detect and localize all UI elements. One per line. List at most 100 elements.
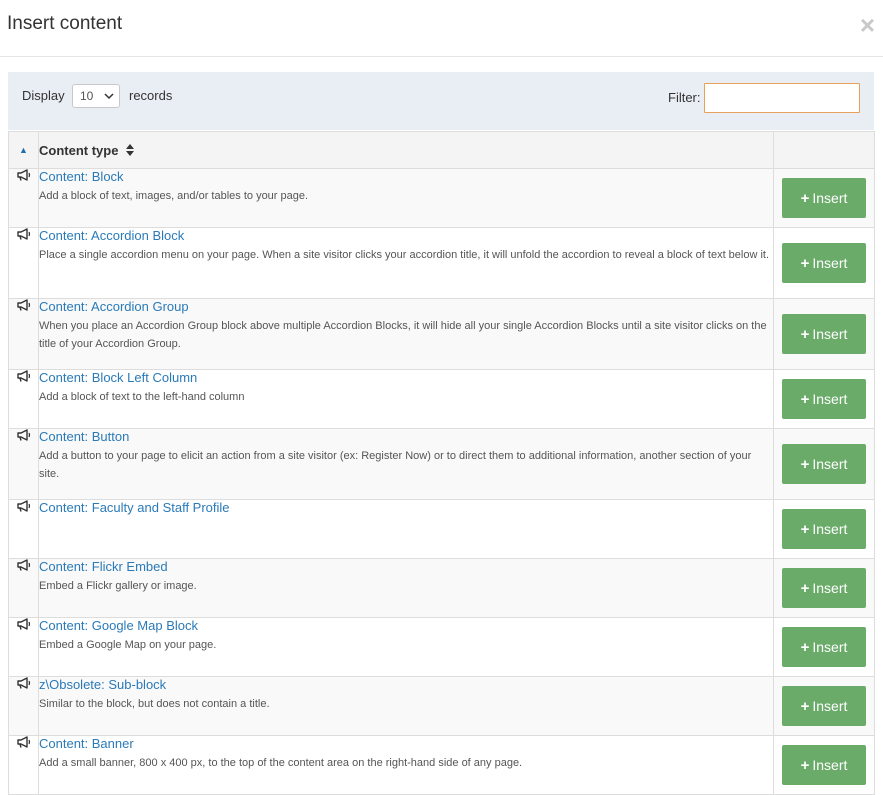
content-type-cell: Content: Flickr Embed Embed a Flickr gall…: [38, 558, 774, 618]
content-type-header[interactable]: Content type: [38, 131, 774, 169]
content-type-cell: Content: Accordion Group When you place a…: [38, 298, 774, 370]
page-size-select[interactable]: 10: [72, 84, 120, 108]
megaphone-icon: [9, 500, 38, 512]
content-type-title[interactable]: Content: Google Map Block: [39, 618, 773, 634]
row-icon-cell: [8, 558, 39, 618]
plus-icon: +: [800, 698, 810, 715]
content-type-cell: Content: Accordion Block Place a single a…: [38, 227, 774, 299]
table-row: Content: Flickr Embed Embed a Flickr gall…: [8, 558, 875, 618]
insert-button[interactable]: + Insert: [782, 745, 866, 785]
row-icon-cell: [8, 298, 39, 370]
content-type-table: ▲ Content type Content: Block Add a block…: [8, 131, 875, 795]
content-type-description: Embed a Flickr gallery or image.: [39, 580, 197, 592]
table-row: Content: Block Add a block of text, image…: [8, 168, 875, 228]
insert-button[interactable]: + Insert: [782, 627, 866, 667]
action-cell: + Insert: [773, 168, 875, 228]
table-row: Content: Google Map Block Embed a Google …: [8, 617, 875, 677]
action-header: [773, 131, 875, 169]
row-icon-cell: [8, 676, 39, 736]
plus-icon: +: [800, 190, 810, 207]
insert-button[interactable]: + Insert: [782, 509, 866, 549]
content-type-cell: Content: Block Left Column Add a block of…: [38, 369, 774, 429]
table-row: Content: Accordion Group When you place a…: [8, 298, 875, 370]
action-cell: + Insert: [773, 499, 875, 559]
plus-icon: +: [800, 757, 810, 774]
content-type-title[interactable]: Content: Flickr Embed: [39, 559, 773, 575]
insert-button-label: Insert: [812, 580, 848, 596]
action-cell: + Insert: [773, 617, 875, 677]
records-label: records: [129, 88, 173, 103]
insert-button-label: Insert: [812, 456, 848, 472]
megaphone-icon: [9, 677, 38, 689]
dialog-title: Insert content: [7, 13, 123, 34]
content-type-description: Place a single accordion menu on your pa…: [39, 249, 770, 261]
close-icon[interactable]: ×: [860, 12, 875, 38]
content-type-description: Add a small banner, 800 x 400 px, to the…: [39, 757, 523, 769]
content-type-title[interactable]: Content: Button: [39, 429, 773, 445]
megaphone-icon: [9, 559, 38, 571]
insert-button-label: Insert: [812, 521, 848, 537]
insert-button[interactable]: + Insert: [782, 243, 866, 283]
insert-button[interactable]: + Insert: [782, 178, 866, 218]
action-cell: + Insert: [773, 369, 875, 429]
table-body: Content: Block Add a block of text, image…: [8, 168, 875, 795]
table-header-row: ▲ Content type: [8, 131, 875, 169]
content-type-description: When you place an Accordion Group block …: [39, 320, 767, 350]
content-type-title[interactable]: Content: Accordion Block: [39, 228, 773, 244]
dialog-header: Insert content ×: [0, 0, 883, 57]
content-type-title[interactable]: Content: Faculty and Staff Profile: [39, 500, 773, 516]
table-row: Content: Block Left Column Add a block of…: [8, 369, 875, 429]
megaphone-icon: [9, 228, 38, 240]
content-type-title[interactable]: Content: Accordion Group: [39, 299, 773, 315]
action-cell: + Insert: [773, 428, 875, 500]
content-type-description: Similar to the block, but does not conta…: [39, 698, 270, 710]
plus-icon: +: [800, 326, 810, 343]
row-icon-cell: [8, 168, 39, 228]
sort-indicator-header[interactable]: ▲: [8, 131, 39, 169]
insert-button-label: Insert: [812, 391, 848, 407]
action-cell: + Insert: [773, 227, 875, 299]
content-type-description: Add a button to your page to elicit an a…: [39, 450, 752, 480]
content-type-cell: z\Obsolete: Sub-block Similar to the bloc…: [38, 676, 774, 736]
page-size-value: 10: [80, 89, 94, 103]
content-type-title[interactable]: Content: Banner: [39, 736, 773, 752]
plus-icon: +: [800, 521, 810, 538]
table-row: z\Obsolete: Sub-block Similar to the bloc…: [8, 676, 875, 736]
insert-button[interactable]: + Insert: [782, 444, 866, 484]
insert-button[interactable]: + Insert: [782, 314, 866, 354]
content-type-title[interactable]: Content: Block: [39, 169, 773, 185]
insert-button[interactable]: + Insert: [782, 379, 866, 419]
content-type-title[interactable]: Content: Block Left Column: [39, 370, 773, 386]
insert-button-label: Insert: [812, 326, 848, 342]
insert-button-label: Insert: [812, 757, 848, 773]
action-cell: + Insert: [773, 558, 875, 618]
content-type-header-label: Content type: [39, 142, 119, 158]
insert-button[interactable]: + Insert: [782, 568, 866, 608]
content-type-cell: Content: Google Map Block Embed a Google …: [38, 617, 774, 677]
content-type-description: Embed a Google Map on your page.: [39, 639, 217, 651]
megaphone-icon: [9, 370, 38, 382]
megaphone-icon: [9, 618, 38, 630]
content-type-title[interactable]: z\Obsolete: Sub-block: [39, 677, 773, 693]
content-type-description: Add a block of text to the left-hand col…: [39, 391, 245, 403]
plus-icon: +: [800, 456, 810, 473]
action-cell: + Insert: [773, 735, 875, 795]
row-icon-cell: [8, 428, 39, 500]
megaphone-icon: [9, 299, 38, 311]
plus-icon: +: [800, 391, 810, 408]
content-type-cell: Content: Banner Add a small banner, 800 x…: [38, 735, 774, 795]
plus-icon: +: [800, 255, 810, 272]
filter-input[interactable]: [704, 83, 860, 113]
megaphone-icon: [9, 736, 38, 748]
table-row: Content: Accordion Block Place a single a…: [8, 227, 875, 299]
content-type-cell: Content: Button Add a button to your page…: [38, 428, 774, 500]
plus-icon: +: [800, 639, 810, 656]
table-row: Content: Button Add a button to your page…: [8, 428, 875, 500]
sort-both-icon: [126, 143, 135, 157]
action-cell: + Insert: [773, 298, 875, 370]
insert-button-label: Insert: [812, 698, 848, 714]
content-type-cell: Content: Block Add a block of text, image…: [38, 168, 774, 228]
row-icon-cell: [8, 735, 39, 795]
filter-label: Filter:: [668, 90, 701, 105]
insert-button[interactable]: + Insert: [782, 686, 866, 726]
